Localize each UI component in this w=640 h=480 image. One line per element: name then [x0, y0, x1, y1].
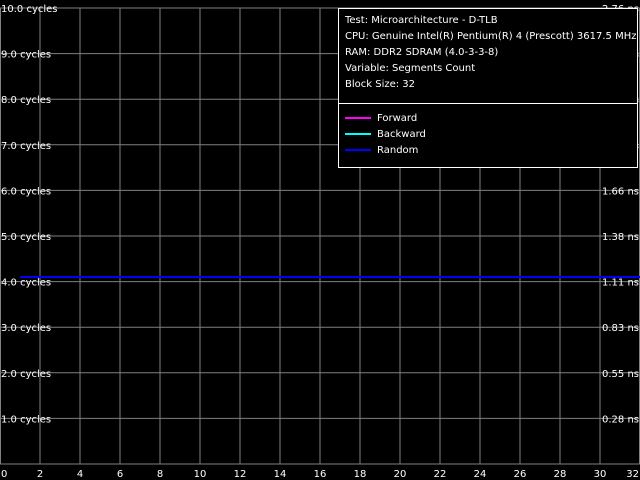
legend-item-random: Random: [345, 143, 418, 159]
y-left-tick-label: 7.0 cycles: [1, 141, 51, 152]
y-left-tick-label: 2.0 cycles: [1, 369, 51, 380]
x-tick-label: 26: [514, 469, 527, 480]
x-tick-label: 4: [77, 469, 83, 480]
ram-info: RAM: DDR2 SDRAM (4.0-3-3-8): [345, 47, 499, 58]
block-size-info: Block Size: 32: [345, 79, 416, 90]
test-name: Test: Microarchitecture - D-TLB: [345, 15, 498, 26]
y-left-tick-label: 8.0 cycles: [1, 95, 51, 106]
x-tick-label: 6: [117, 469, 123, 480]
x-tick-label: 32: [626, 469, 639, 480]
x-tick-label: 14: [274, 469, 287, 480]
x-tick-label: 28: [554, 469, 567, 480]
legend-item-backward: Backward: [345, 127, 426, 143]
y-right-tick-label: 1.38 ns: [602, 232, 639, 243]
legend-swatch-random: [345, 149, 371, 151]
x-tick-label: 30: [594, 469, 607, 480]
x-tick-label: 12: [234, 469, 247, 480]
variable-info: Variable: Segments Count: [345, 63, 476, 74]
y-left-tick-label: 10.0 cycles: [1, 4, 58, 15]
x-tick-label: 8: [157, 469, 163, 480]
y-right-tick-label: 0.55 ns: [602, 369, 639, 380]
y-axis-left-ticks: 1.0 cycles 2.0 cycles 3.0 cycles 4.0 cycles…: [1, 4, 58, 425]
y-left-tick-label: 3.0 cycles: [1, 323, 51, 334]
x-tick-label: 2: [37, 469, 43, 480]
y-left-tick-label: 1.0 cycles: [1, 414, 51, 425]
info-divider: [339, 103, 637, 104]
x-tick-label: 10: [194, 469, 207, 480]
x-tick-label: 16: [314, 469, 327, 480]
legend-label-random: Random: [377, 145, 419, 156]
x-tick-label: 18: [354, 469, 367, 480]
x-tick-label: 0: [1, 469, 7, 480]
y-right-tick-label: 1.66 ns: [602, 186, 639, 197]
x-tick-label: 24: [474, 469, 487, 480]
y-left-tick-label: 6.0 cycles: [1, 186, 51, 197]
legend-label-backward: Backward: [377, 129, 426, 140]
y-right-tick-label: 0.28 ns: [602, 414, 639, 425]
x-axis-ticks: 0 2 4 6 8 10 12 14 16 18 20 22 24 26 28 30 32: [1, 469, 639, 480]
legend-item-forward: Forward: [345, 111, 417, 127]
x-tick-label: 22: [434, 469, 447, 480]
legend-swatch-backward: [345, 133, 371, 135]
info-legend-panel: Test: Microarchitecture - D-TLB CPU: Gen…: [338, 8, 638, 168]
y-left-tick-label: 9.0 cycles: [1, 50, 51, 61]
y-right-tick-label: 0.83 ns: [602, 323, 639, 334]
legend-swatch-forward: [345, 117, 371, 119]
legend-label-forward: Forward: [377, 113, 418, 124]
y-left-tick-label: 4.0 cycles: [1, 278, 51, 289]
cpu-info: CPU: Genuine Intel(R) Pentium(R) 4 (Pres…: [345, 31, 637, 42]
x-tick-label: 20: [394, 469, 407, 480]
y-right-tick-label: 1.11 ns: [602, 278, 639, 289]
y-left-tick-label: 5.0 cycles: [1, 232, 51, 243]
